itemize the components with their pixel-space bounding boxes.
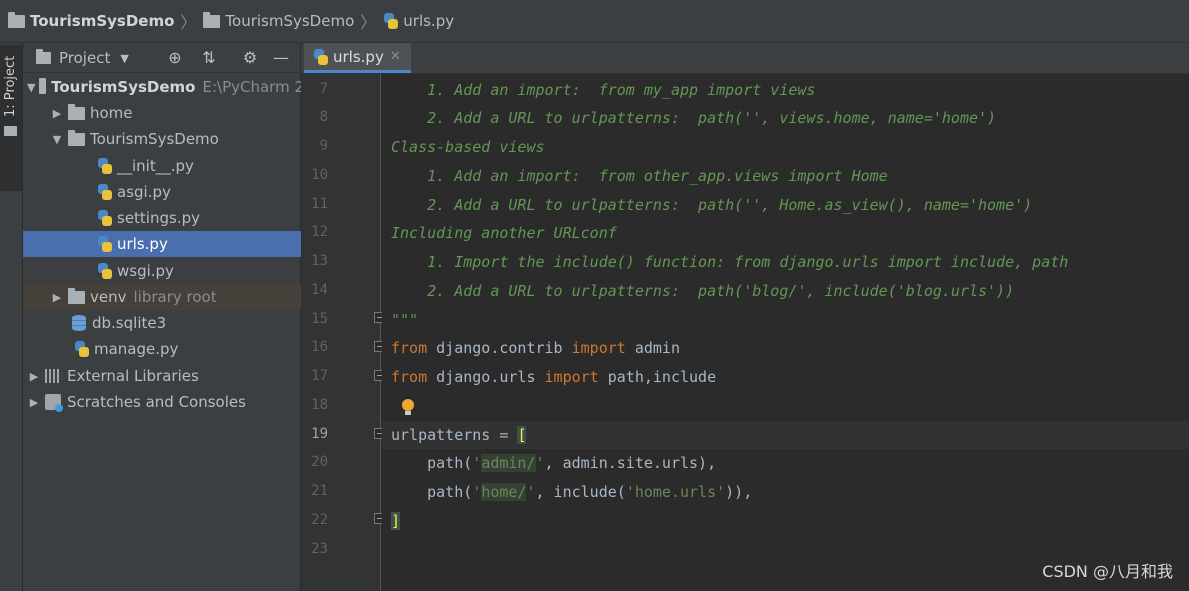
chevron-right-icon: ▶	[52, 290, 62, 304]
lightbulb-icon[interactable]	[402, 399, 414, 415]
code-line: 1. Add an import: from my_app import vie…	[391, 81, 816, 99]
chevron-down-icon: ▼	[52, 132, 62, 146]
line-number: 21	[311, 483, 328, 499]
breadcrumb-folder[interactable]: TourismSysDemo	[203, 11, 354, 30]
line-number: 12	[311, 224, 328, 240]
code-line: from django.urls import path,include	[391, 368, 717, 386]
folder-icon	[68, 287, 85, 304]
code-line: path('admin/', admin.site.urls),	[391, 454, 717, 472]
line-number: 19	[311, 426, 328, 442]
close-icon[interactable]: ✕	[390, 49, 401, 64]
code-line: 2. Add a URL to urlpatterns: path('', vi…	[391, 109, 997, 127]
tree-item-tourismsysdemo[interactable]: ▼ TourismSysDemo	[23, 126, 327, 152]
python-file-icon	[74, 341, 90, 357]
folder-icon	[68, 103, 85, 120]
tree-item-venv[interactable]: ▶ venv library root	[23, 284, 327, 310]
python-file-icon	[97, 158, 113, 174]
code-line: 2. Add a URL to urlpatterns: path('', Ho…	[391, 196, 1033, 214]
breadcrumb-file[interactable]: urls.py	[383, 12, 454, 30]
project-view-selector[interactable]: Project ▼	[36, 49, 129, 67]
python-file-icon	[97, 236, 113, 252]
folder-icon	[39, 77, 47, 94]
line-number: 8	[319, 109, 328, 125]
chevron-right-icon: 〉	[180, 13, 197, 32]
database-icon	[72, 315, 86, 331]
gear-icon[interactable]: ⚙	[241, 49, 259, 67]
code-line: urlpatterns = [	[391, 426, 527, 444]
folder-icon	[36, 49, 51, 64]
breadcrumb: TourismSysDemo 〉 TourismSysDemo 〉 urls.p…	[0, 0, 1189, 43]
python-file-icon	[97, 210, 113, 226]
tree-item-home[interactable]: ▶ home	[23, 100, 327, 126]
code-editor[interactable]: 1. Add an import: from my_app import vie…	[382, 74, 1189, 591]
line-number: 22	[311, 512, 328, 528]
code-line: Class-based views	[391, 138, 545, 156]
python-file-icon	[313, 48, 329, 65]
tree-item-external-libraries[interactable]: ▶ External Libraries	[23, 363, 304, 389]
python-file-icon	[383, 13, 399, 29]
folder-icon	[203, 11, 221, 28]
line-number: 17	[311, 368, 328, 384]
code-line: 1. Import the include() function: from d…	[391, 253, 1069, 271]
line-number: 16	[311, 339, 328, 355]
line-number: 9	[319, 138, 328, 154]
collapse-all-icon[interactable]: ⇅	[200, 49, 218, 67]
python-file-icon	[97, 263, 113, 279]
code-line: """	[391, 311, 419, 329]
folder-icon	[8, 11, 25, 28]
chevron-right-icon: ▶	[52, 106, 62, 120]
chevron-down-icon: ▼	[120, 51, 129, 65]
tree-item-project-root[interactable]: ▼ TourismSysDemo E:\PyCharm 2	[23, 74, 304, 100]
line-number: 7	[319, 81, 328, 97]
chevron-right-icon: 〉	[360, 13, 377, 32]
line-number: 15	[311, 311, 328, 327]
line-number: 13	[311, 253, 328, 269]
folder-icon	[4, 126, 17, 136]
folder-icon	[68, 129, 85, 146]
chevron-down-icon: ▼	[27, 80, 36, 94]
hide-icon[interactable]: —	[272, 49, 290, 67]
line-number: 18	[311, 397, 328, 413]
library-icon	[45, 369, 61, 383]
editor-tab-bar: urls.py ✕	[301, 43, 1189, 74]
line-number: 14	[311, 282, 328, 298]
line-number: 11	[311, 196, 328, 212]
breadcrumb-project[interactable]: TourismSysDemo	[8, 11, 174, 30]
project-tool-label: 1: Project	[3, 55, 18, 117]
code-line: from django.contrib import admin	[391, 339, 680, 357]
code-line: 1. Add an import: from other_app.views i…	[391, 167, 888, 185]
project-tool-button[interactable]: 1: Project	[0, 45, 22, 191]
line-number: 20	[311, 454, 328, 470]
project-panel: Project ▼ ⊕ ⇅ ⚙ — ▼ TourismSysDemo E:\Py…	[23, 43, 374, 591]
watermark: CSDN @八月和我	[1042, 562, 1173, 581]
editor-gutter[interactable]: 7 8 9 10 11 12 13 14 15 16 17 18 19 20 2…	[301, 74, 385, 591]
line-number: 10	[311, 167, 328, 183]
python-file-icon	[97, 184, 113, 200]
tree-item-scratches-and-consoles[interactable]: ▶ Scratches and Consoles	[23, 389, 304, 415]
chevron-right-icon: ▶	[29, 395, 39, 409]
scratches-icon	[45, 394, 63, 412]
code-line: path('home/', include('home.urls')),	[391, 483, 753, 501]
tool-window-stripe: 1: Project	[0, 43, 23, 591]
code-line: 2. Add a URL to urlpatterns: path('blog/…	[391, 282, 1015, 300]
code-line: Including another URLconf	[391, 224, 617, 242]
locate-icon[interactable]: ⊕	[166, 49, 184, 67]
line-number: 23	[311, 541, 328, 557]
tab-urls-py[interactable]: urls.py ✕	[304, 43, 411, 73]
code-line: ]	[391, 512, 401, 530]
project-panel-header: Project ▼ ⊕ ⇅ ⚙ —	[23, 43, 300, 73]
chevron-right-icon: ▶	[29, 369, 39, 383]
